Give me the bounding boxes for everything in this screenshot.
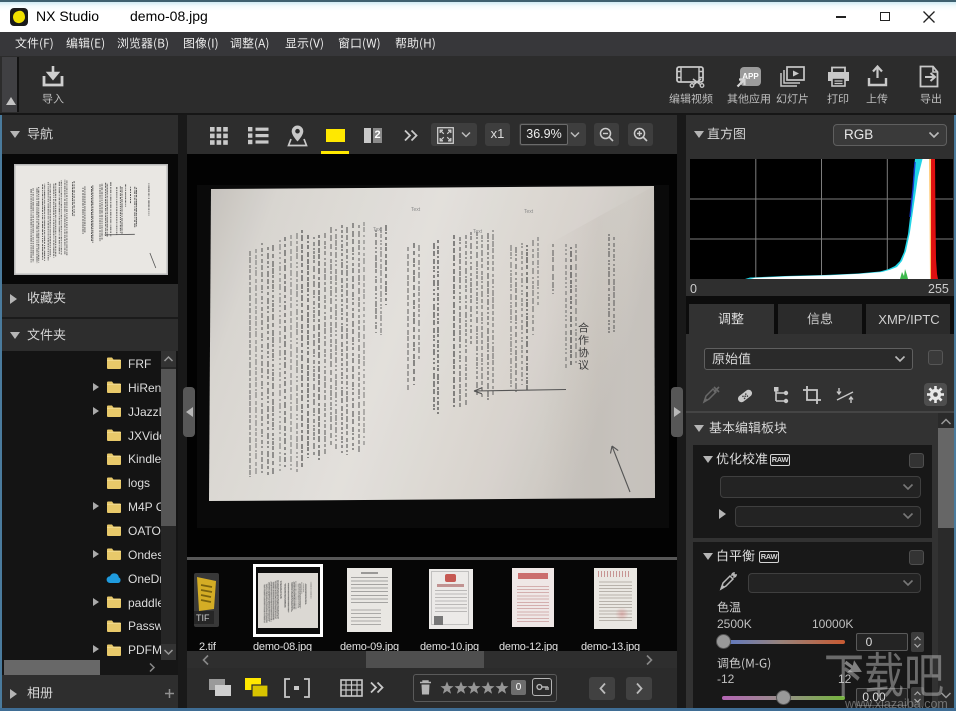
svg-text:Text: Text bbox=[373, 227, 383, 233]
svg-text:Text: Text bbox=[411, 207, 421, 213]
svg-text:TIF: TIF bbox=[196, 613, 210, 623]
svg-text:Text: Text bbox=[473, 229, 483, 235]
svg-text:Text: Text bbox=[524, 209, 534, 215]
